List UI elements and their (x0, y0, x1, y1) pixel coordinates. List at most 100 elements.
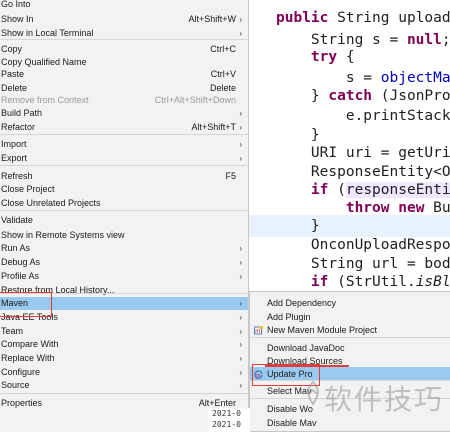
menu-separator (0, 39, 248, 40)
menu-item-run-as[interactable]: Run As › (0, 242, 248, 255)
menu-item-team[interactable]: Team › (0, 325, 248, 338)
maven-submenu: Add Dependency Add Plugin m New Maven Modul… (249, 291, 450, 432)
submenu-arrow-icon: › (239, 15, 242, 24)
submenu-item-label: Add Plugin (267, 312, 311, 322)
menu-separator (0, 134, 248, 135)
menu-item-replace-with[interactable]: Replace With › (0, 352, 248, 365)
submenu-item-add-plugin[interactable]: Add Plugin (250, 310, 450, 324)
code-line[interactable]: } catch (JsonProc (248, 85, 450, 107)
code-line[interactable]: try { (248, 46, 355, 68)
menu-item-label: Configure (1, 367, 41, 377)
code-line[interactable]: public String upload (248, 7, 450, 29)
update-project-icon: m (254, 370, 263, 379)
menu-item-java-ee-tools[interactable]: Java EE Tools › (0, 311, 248, 324)
menu-item-close-project[interactable]: Close Project (0, 183, 248, 196)
submenu-arrow-icon: › (239, 140, 242, 149)
submenu-item-label: Disable Mav (267, 418, 317, 428)
menu-item-label: Import (1, 139, 27, 149)
maven-module-icon: m (254, 326, 263, 335)
console-output: 2021-0 2021-0 (208, 408, 250, 432)
menu-item-import[interactable]: Import › (0, 138, 248, 151)
menu-item-restore-from-local-history[interactable]: Restore from Local History... (0, 284, 248, 297)
submenu-arrow-icon: › (239, 244, 242, 253)
svg-text:m: m (256, 373, 260, 379)
menu-item-shortcut: F5 (225, 171, 236, 181)
menu-item-debug-as[interactable]: Debug As › (0, 256, 248, 269)
menu-separator (0, 210, 248, 211)
menu-item-shortcut: Alt+Shift+W (188, 14, 236, 24)
menu-item-label: Paste (1, 69, 25, 79)
menu-item-source[interactable]: Source › (0, 379, 248, 392)
menu-item-shortcut: Ctrl+Alt+Shift+Down (154, 95, 236, 105)
submenu-item-disable-wo[interactable]: Disable Wo (250, 402, 450, 416)
menu-separator (250, 380, 450, 381)
submenu-item-label: Update Pro (267, 369, 313, 379)
menu-item-export[interactable]: Export › (0, 152, 248, 165)
menu-item-label: Close Unrelated Projects (1, 198, 101, 208)
submenu-arrow-icon: › (239, 381, 242, 390)
menu-item-refresh[interactable]: Refresh F5 (0, 170, 248, 183)
menu-item-label: Restore from Local History... (1, 285, 115, 295)
menu-item-label: Maven (1, 298, 29, 308)
submenu-arrow-icon: › (239, 354, 242, 363)
menu-item-compare-with[interactable]: Compare With › (0, 338, 248, 351)
menu-item-shortcut: Ctrl+C (210, 44, 236, 54)
menu-item-label: Team (1, 326, 24, 336)
submenu-item-disable-mav[interactable]: Disable Mav (250, 416, 450, 430)
submenu-arrow-icon: › (239, 109, 242, 118)
menu-item-configure[interactable]: Configure › (0, 366, 248, 379)
menu-item-label: Properties (1, 398, 43, 408)
submenu-item-download-javadoc[interactable]: Download JavaDoc (250, 341, 450, 355)
submenu-item-new-maven-module-project[interactable]: m New Maven Module Project (250, 323, 450, 337)
submenu-arrow-icon: › (239, 299, 242, 308)
menu-item-shortcut: Ctrl+V (210, 69, 236, 79)
menu-item-show-in[interactable]: Show In Alt+Shift+W › (0, 13, 248, 26)
menu-item-close-unrelated-projects[interactable]: Close Unrelated Projects (0, 197, 248, 210)
menu-item-label: Show In (1, 14, 34, 24)
menu-item-build-path[interactable]: Build Path › (0, 107, 248, 120)
menu-separator (250, 398, 450, 399)
submenu-item-update-pro[interactable]: m Update Pro (250, 367, 450, 381)
menu-item-label: Source (1, 380, 30, 390)
menu-item-maven[interactable]: Maven › (0, 297, 248, 310)
download-sources-underline (265, 365, 349, 367)
menu-item-label: Compare With (1, 339, 59, 349)
menu-item-paste[interactable]: Paste Ctrl+V (0, 68, 248, 81)
menu-item-label: Refactor (1, 122, 36, 132)
submenu-arrow-icon: › (239, 340, 242, 349)
submenu-item-label: Download JavaDoc (267, 343, 345, 353)
submenu-arrow-icon: › (239, 272, 242, 281)
menu-separator (0, 293, 248, 294)
menu-item-label: Run As (1, 243, 31, 253)
menu-item-label: Refresh (1, 171, 33, 181)
submenu-arrow-icon: › (239, 123, 242, 132)
menu-item-shortcut: Alt+Shift+T (191, 122, 236, 132)
menu-item-label: Export (1, 153, 28, 163)
submenu-arrow-icon: › (239, 258, 242, 267)
menu-item-copy[interactable]: Copy Ctrl+C (0, 43, 248, 56)
svg-text:m: m (255, 329, 260, 335)
menu-item-validate[interactable]: Validate (0, 214, 248, 227)
menu-separator (0, 165, 248, 166)
menu-item-go-into[interactable]: Go Into (0, 0, 248, 11)
submenu-item-label: Add Dependency (267, 298, 337, 308)
submenu-item-select-mav[interactable]: Select Mav (250, 384, 450, 398)
menu-item-label: Java EE Tools (1, 312, 58, 322)
menu-item-label: Replace With (1, 353, 55, 363)
menu-separator (0, 393, 248, 394)
menu-item-label: Debug As (1, 257, 41, 267)
menu-item-label: Show in Remote Systems view (1, 230, 125, 240)
menu-item-refactor[interactable]: Refactor Alt+Shift+T › (0, 121, 248, 134)
submenu-arrow-icon: › (239, 313, 242, 322)
menu-separator (250, 337, 450, 338)
watermark-logo-icon (307, 380, 319, 406)
menu-item-show-in-remote-systems-view[interactable]: Show in Remote Systems view (0, 229, 248, 242)
submenu-item-add-dependency[interactable]: Add Dependency (250, 296, 450, 310)
menu-item-profile-as[interactable]: Profile As › (0, 270, 248, 283)
submenu-arrow-icon: › (239, 154, 242, 163)
console-line: 2021-0 (212, 409, 241, 418)
submenu-arrow-icon: › (239, 327, 242, 336)
menu-item-label: Build Path (1, 108, 43, 118)
code-line[interactable]: if (StrUtil.isBl (248, 271, 450, 293)
menu-item-label: Validate (1, 215, 33, 225)
